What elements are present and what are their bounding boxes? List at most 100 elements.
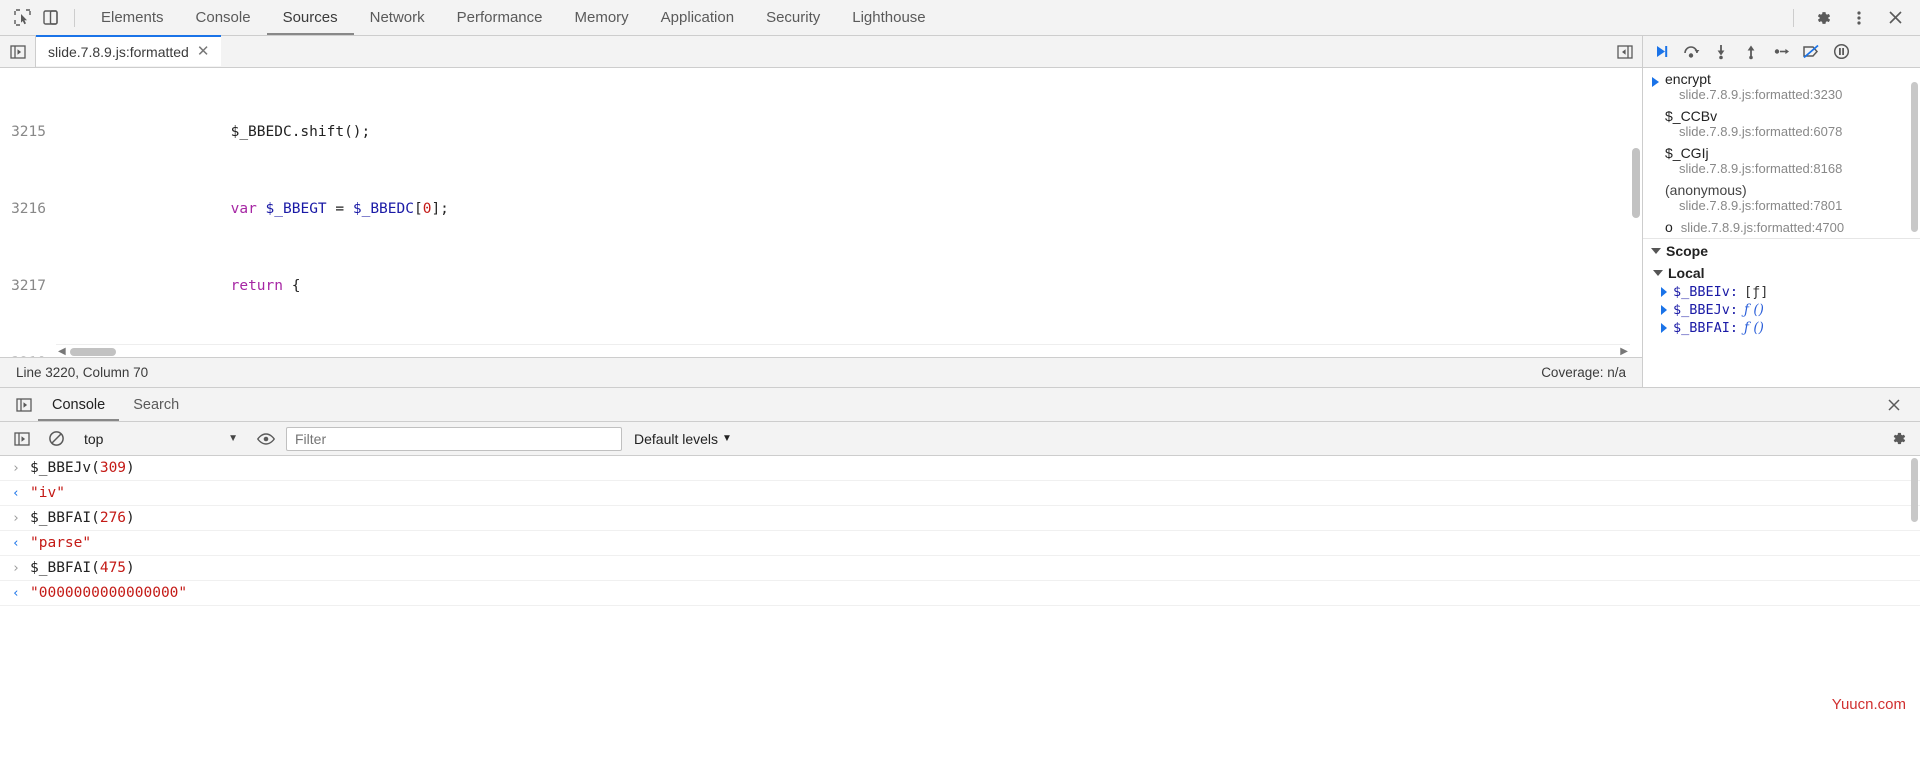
result-arrow-icon: ‹ — [12, 585, 20, 601]
console-levels-select[interactable]: Default levels ▼ — [628, 431, 738, 447]
deactivate-breakpoints-icon[interactable] — [1797, 39, 1825, 65]
tab-performance[interactable]: Performance — [441, 0, 559, 35]
tab-console[interactable]: Console — [180, 0, 267, 35]
code-lines: 3215 $_BBEDC.shift(); 3216 var $_BBEGT =… — [0, 68, 1642, 357]
chevron-right-icon[interactable] — [1661, 287, 1667, 297]
console-result-row[interactable]: ‹ "0000000000000000" — [0, 581, 1920, 606]
console-result-row[interactable]: ‹ "parse" — [0, 531, 1920, 556]
console-levels-label: Default levels — [634, 430, 719, 447]
tab-label: Security — [766, 9, 821, 26]
call-stack-frame-anonymous[interactable]: (anonymous) slide.7.8.9.js:formatted:780… — [1643, 179, 1920, 216]
console-input-row[interactable]: › $_BBFAI(475) — [0, 556, 1920, 581]
call-stack-frame-ccbv[interactable]: $_CCBv slide.7.8.9.js:formatted:6078 — [1643, 105, 1920, 142]
clear-console-icon[interactable] — [42, 426, 70, 452]
gear-icon[interactable] — [1806, 5, 1840, 31]
code-line[interactable]: 3215 $_BBEDC.shift(); — [0, 122, 1642, 143]
scope-variable-row[interactable]: $_BBEJv: ƒ () — [1643, 301, 1920, 319]
close-icon[interactable] — [1878, 397, 1910, 413]
call-stack-frame-encrypt[interactable]: encrypt slide.7.8.9.js:formatted:3230 — [1643, 68, 1920, 105]
result-arrow-icon: ‹ — [12, 535, 20, 551]
resume-script-icon[interactable] — [1647, 39, 1675, 65]
console-expr-tail: ) — [126, 510, 135, 526]
console-sidebar-icon[interactable] — [8, 426, 36, 452]
debugger-scrollbar[interactable] — [1910, 70, 1919, 385]
line-number: 3215 — [0, 122, 56, 143]
tab-label: Sources — [282, 9, 338, 26]
devtools-toolbar: Elements Console Sources Network Perform… — [0, 0, 1920, 36]
prompt-arrow-icon: › — [12, 510, 20, 526]
call-stack-frame-cgij[interactable]: $_CGIj slide.7.8.9.js:formatted:8168 — [1643, 142, 1920, 179]
console-result-value: "parse" — [30, 535, 92, 551]
editor-vertical-scroll-thumb[interactable] — [1632, 148, 1640, 218]
line-content: return { — [230, 278, 301, 295]
watermark: Yuucn.com — [1831, 696, 1906, 713]
debugger-content: encrypt slide.7.8.9.js:formatted:3230 $_… — [1643, 68, 1920, 387]
coverage-status: Coverage: n/a — [1541, 365, 1626, 380]
execution-context-select[interactable]: top ▼ — [76, 426, 246, 451]
code-line[interactable]: 3217 return { — [0, 277, 1642, 297]
step-over-icon[interactable] — [1677, 39, 1705, 65]
drawer-tab-console[interactable]: Console — [38, 388, 119, 421]
scope-local-header[interactable]: Local — [1643, 263, 1920, 283]
step-into-icon[interactable] — [1707, 39, 1735, 65]
step-icon[interactable] — [1767, 39, 1795, 65]
scope-variable-row[interactable]: $_BBFAI: ƒ () — [1643, 319, 1920, 337]
file-tab-strip: slide.7.8.9.js:formatted ✕ — [0, 35, 1642, 68]
editor-vertical-scrollbar[interactable] — [1630, 68, 1642, 343]
line-content: $_BBEDC.shift(); — [56, 123, 371, 140]
frame-name: (anonymous) — [1665, 182, 1747, 198]
console-filter-input[interactable] — [286, 426, 622, 451]
tab-sources[interactable]: Sources — [267, 0, 354, 35]
file-tab-slide-js[interactable]: slide.7.8.9.js:formatted ✕ — [36, 35, 222, 66]
tab-memory[interactable]: Memory — [559, 0, 645, 35]
tab-application[interactable]: Application — [645, 0, 750, 35]
chevron-right-icon[interactable] — [1661, 305, 1667, 315]
close-icon[interactable] — [1878, 5, 1912, 31]
gear-icon[interactable] — [1884, 426, 1912, 452]
editor-horizontal-scrollbar[interactable]: ◀ ▶ — [56, 344, 1630, 357]
prompt-arrow-icon: › — [12, 560, 20, 576]
console-result-row[interactable]: ‹ "iv" — [0, 481, 1920, 506]
scope-variable-name: $_BBEJv: — [1673, 302, 1739, 318]
kebab-menu-icon[interactable] — [1842, 5, 1876, 31]
scroll-right-icon[interactable]: ▶ — [1620, 346, 1628, 357]
console-message: $_BBFAI(276) — [30, 510, 135, 526]
scroll-left-icon[interactable]: ◀ — [58, 346, 66, 357]
console-input-row[interactable]: › $_BBFAI(276) — [0, 506, 1920, 531]
live-expression-icon[interactable] — [252, 426, 280, 452]
console-scrollbar[interactable] — [1910, 458, 1919, 755]
file-tab-close-icon[interactable]: ✕ — [197, 44, 210, 59]
debugger-sidebar: encrypt slide.7.8.9.js:formatted:3230 $_… — [1642, 36, 1920, 387]
scope-variable-row[interactable]: $_BBEIv: [ƒ] — [1643, 283, 1920, 301]
debugger-scroll-thumb[interactable] — [1911, 82, 1918, 232]
chevron-down-icon: ▼ — [228, 433, 238, 444]
tab-lighthouse[interactable]: Lighthouse — [836, 0, 941, 35]
inspect-cursor-icon[interactable] — [8, 5, 36, 31]
show-navigator-icon[interactable] — [0, 36, 36, 67]
drawer-tab-search[interactable]: Search — [119, 388, 193, 421]
device-toolbar-icon[interactable] — [36, 5, 64, 31]
drawer-execute-icon[interactable] — [10, 392, 38, 418]
call-stack-frame-o[interactable]: o slide.7.8.9.js:formatted:4700 — [1643, 216, 1920, 238]
editor-horizontal-scroll-thumb[interactable] — [70, 348, 116, 356]
scope-variable-value: ƒ () — [1744, 320, 1764, 336]
console-input-row[interactable]: › $_BBEJv(309) — [0, 456, 1920, 481]
console-message: $_BBEJv(309) — [30, 460, 135, 476]
chevron-right-icon[interactable] — [1661, 323, 1667, 333]
tab-security[interactable]: Security — [750, 0, 836, 35]
scope-section-header[interactable]: Scope — [1643, 238, 1920, 263]
pause-on-exceptions-icon[interactable] — [1827, 39, 1855, 65]
tab-network[interactable]: Network — [354, 0, 441, 35]
line-number: 3217 — [0, 277, 56, 297]
devtools-window: Elements Console Sources Network Perform… — [0, 0, 1920, 757]
frame-location: slide.7.8.9.js:formatted:4700 — [1680, 220, 1845, 235]
toolbar-divider — [74, 8, 75, 27]
tab-elements[interactable]: Elements — [85, 0, 180, 35]
frame-location: slide.7.8.9.js:formatted:8168 — [1679, 161, 1843, 176]
code-editor[interactable]: 3215 $_BBEDC.shift(); 3216 var $_BBEGT =… — [0, 68, 1642, 357]
show-debugger-icon[interactable] — [1608, 36, 1642, 67]
chevron-down-icon — [1653, 270, 1663, 276]
console-scroll-thumb[interactable] — [1911, 458, 1918, 522]
code-line[interactable]: 3216 var $_BBEGT = $_BBEDC[0]; — [0, 200, 1642, 220]
step-out-icon[interactable] — [1737, 39, 1765, 65]
